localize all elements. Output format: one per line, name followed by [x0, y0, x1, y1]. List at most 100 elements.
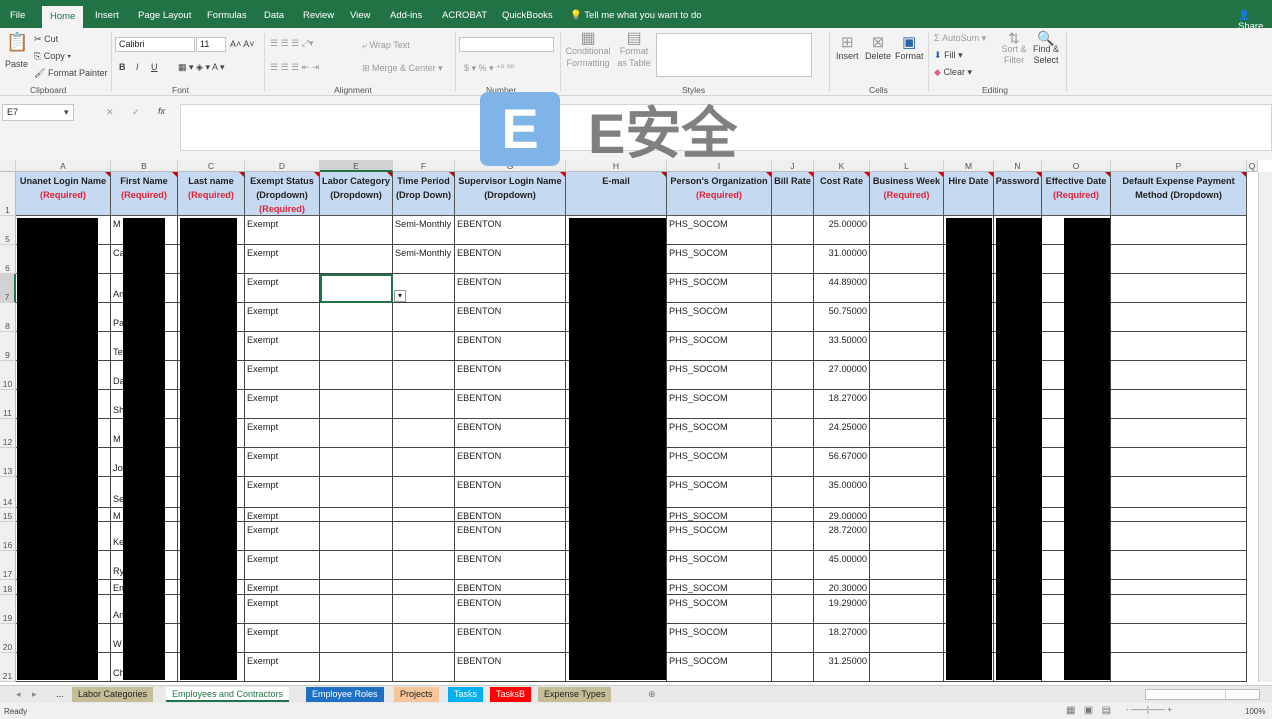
- insert-function-button[interactable]: fx: [158, 106, 165, 116]
- cell-period[interactable]: Semi-Monthly: [393, 245, 455, 274]
- cell-exempt[interactable]: Exempt: [245, 653, 320, 682]
- cell[interactable]: [870, 508, 944, 522]
- select-all-corner[interactable]: [0, 160, 16, 172]
- tab-review[interactable]: Review: [303, 10, 334, 21]
- cell[interactable]: [320, 595, 393, 624]
- cell-period[interactable]: [393, 332, 455, 361]
- cell[interactable]: [870, 551, 944, 580]
- cell-org[interactable]: PHS_SOCOM: [667, 522, 772, 551]
- cell[interactable]: [320, 653, 393, 682]
- column-header-g[interactable]: G: [455, 160, 566, 172]
- cell-sup[interactable]: EBENTON: [455, 595, 566, 624]
- column-header-d[interactable]: D: [245, 160, 320, 172]
- cell[interactable]: [1111, 216, 1247, 245]
- cell[interactable]: [1111, 245, 1247, 274]
- tab-acrobat[interactable]: ACROBAT: [442, 10, 487, 21]
- tab-page-layout[interactable]: Page Layout: [138, 10, 191, 21]
- cell[interactable]: [870, 624, 944, 653]
- number-format-select[interactable]: [459, 37, 554, 52]
- insert-cells-button[interactable]: ⊞ Insert: [836, 33, 859, 61]
- cell[interactable]: [772, 522, 814, 551]
- tab-home[interactable]: Home: [42, 6, 84, 28]
- cell[interactable]: [320, 624, 393, 653]
- name-box-dropdown[interactable]: ▾: [64, 107, 69, 118]
- row-header-8[interactable]: 8: [0, 303, 16, 332]
- column-header-c[interactable]: C: [178, 160, 245, 172]
- font-size-select[interactable]: 11: [196, 37, 226, 52]
- cell-sup[interactable]: EBENTON: [455, 274, 566, 303]
- cell-cost[interactable]: 45.00000: [814, 551, 870, 580]
- autosum-button[interactable]: Σ AutoSum ▾: [934, 33, 986, 44]
- sheet-tab-expense-types[interactable]: Expense Types: [538, 687, 612, 702]
- wrap-text-button[interactable]: ⤶ Wrap Text: [362, 40, 410, 51]
- cell[interactable]: [1111, 508, 1247, 522]
- underline-button[interactable]: U: [151, 62, 158, 72]
- column-header-q[interactable]: Q: [1247, 160, 1258, 172]
- cell[interactable]: [1111, 332, 1247, 361]
- cell-sup[interactable]: EBENTON: [455, 361, 566, 390]
- column-header-p[interactable]: P: [1111, 160, 1247, 172]
- cell[interactable]: [772, 245, 814, 274]
- cell[interactable]: [320, 580, 393, 595]
- cell[interactable]: [772, 508, 814, 522]
- find-select-button[interactable]: 🔍 Find & Select: [1030, 31, 1062, 66]
- currency-button[interactable]: $ ▾ % ▾ ⁺⁰ ⁰⁰: [464, 63, 514, 74]
- cell-cost[interactable]: 31.00000: [814, 245, 870, 274]
- format-as-table-button[interactable]: ▤ Format as Table: [614, 31, 654, 69]
- cell[interactable]: [772, 595, 814, 624]
- tab-formulas[interactable]: Formulas: [207, 10, 247, 21]
- cell-exempt[interactable]: Exempt: [245, 361, 320, 390]
- cell-sup[interactable]: EBENTON: [455, 551, 566, 580]
- cell-period[interactable]: [393, 274, 455, 303]
- tab-quickbooks[interactable]: QuickBooks: [502, 10, 553, 21]
- cell-period[interactable]: [393, 448, 455, 477]
- formula-input[interactable]: [180, 104, 1272, 151]
- cell[interactable]: [1111, 653, 1247, 682]
- row-header-19[interactable]: 19: [0, 595, 16, 624]
- cell-exempt[interactable]: Exempt: [245, 390, 320, 419]
- column-header-l[interactable]: L: [870, 160, 944, 172]
- cell[interactable]: [870, 274, 944, 303]
- cell[interactable]: [870, 390, 944, 419]
- row-header-17[interactable]: 17: [0, 551, 16, 580]
- header-cell[interactable]: Business Week (Required): [870, 172, 944, 216]
- header-cell[interactable]: Default Expense Payment Method (Dropdown…: [1111, 172, 1247, 216]
- more-sheets[interactable]: ...: [50, 687, 70, 702]
- cell[interactable]: [320, 303, 393, 332]
- cell-org[interactable]: PHS_SOCOM: [667, 419, 772, 448]
- cell-exempt[interactable]: Exempt: [245, 580, 320, 595]
- cell[interactable]: [1111, 361, 1247, 390]
- cell-sup[interactable]: EBENTON: [455, 332, 566, 361]
- cell-exempt[interactable]: Exempt: [245, 522, 320, 551]
- cell[interactable]: [772, 332, 814, 361]
- cell-cost[interactable]: 19.29000: [814, 595, 870, 624]
- cell-exempt[interactable]: Exempt: [245, 595, 320, 624]
- cell[interactable]: [1111, 477, 1247, 508]
- sheet-tab-tasksb[interactable]: TasksB: [490, 687, 532, 702]
- format-cells-button[interactable]: ▣ Format: [895, 33, 924, 61]
- format-painter-button[interactable]: 🖌 Format Painter: [34, 68, 107, 79]
- cancel-icon[interactable]: ✕: [106, 107, 114, 118]
- row-header-14[interactable]: 14: [0, 477, 16, 508]
- italic-button[interactable]: I: [136, 62, 139, 72]
- cell-org[interactable]: PHS_SOCOM: [667, 580, 772, 595]
- cell-sup[interactable]: EBENTON: [455, 419, 566, 448]
- sheet-tab-labor-categories[interactable]: Labor Categories: [72, 687, 154, 702]
- cell[interactable]: [1111, 303, 1247, 332]
- cell[interactable]: [772, 551, 814, 580]
- cell[interactable]: [1111, 390, 1247, 419]
- paste-button[interactable]: Paste: [5, 59, 28, 69]
- cell-exempt[interactable]: Exempt: [245, 448, 320, 477]
- enter-icon[interactable]: ✓: [132, 107, 140, 118]
- cell[interactable]: [1111, 595, 1247, 624]
- cell[interactable]: [870, 595, 944, 624]
- cell-period[interactable]: [393, 653, 455, 682]
- cell-cost[interactable]: 20.30000: [814, 580, 870, 595]
- delete-cells-button[interactable]: ⊠ Delete: [865, 33, 891, 61]
- zoom-level[interactable]: 100%: [1245, 707, 1265, 716]
- sheet-tab-projects[interactable]: Projects: [394, 687, 439, 702]
- header-cell[interactable]: Exempt Status (Dropdown) (Required): [245, 172, 320, 216]
- cell-period[interactable]: [393, 419, 455, 448]
- row-header-18[interactable]: 18: [0, 580, 16, 595]
- tab-insert[interactable]: Insert: [95, 10, 119, 21]
